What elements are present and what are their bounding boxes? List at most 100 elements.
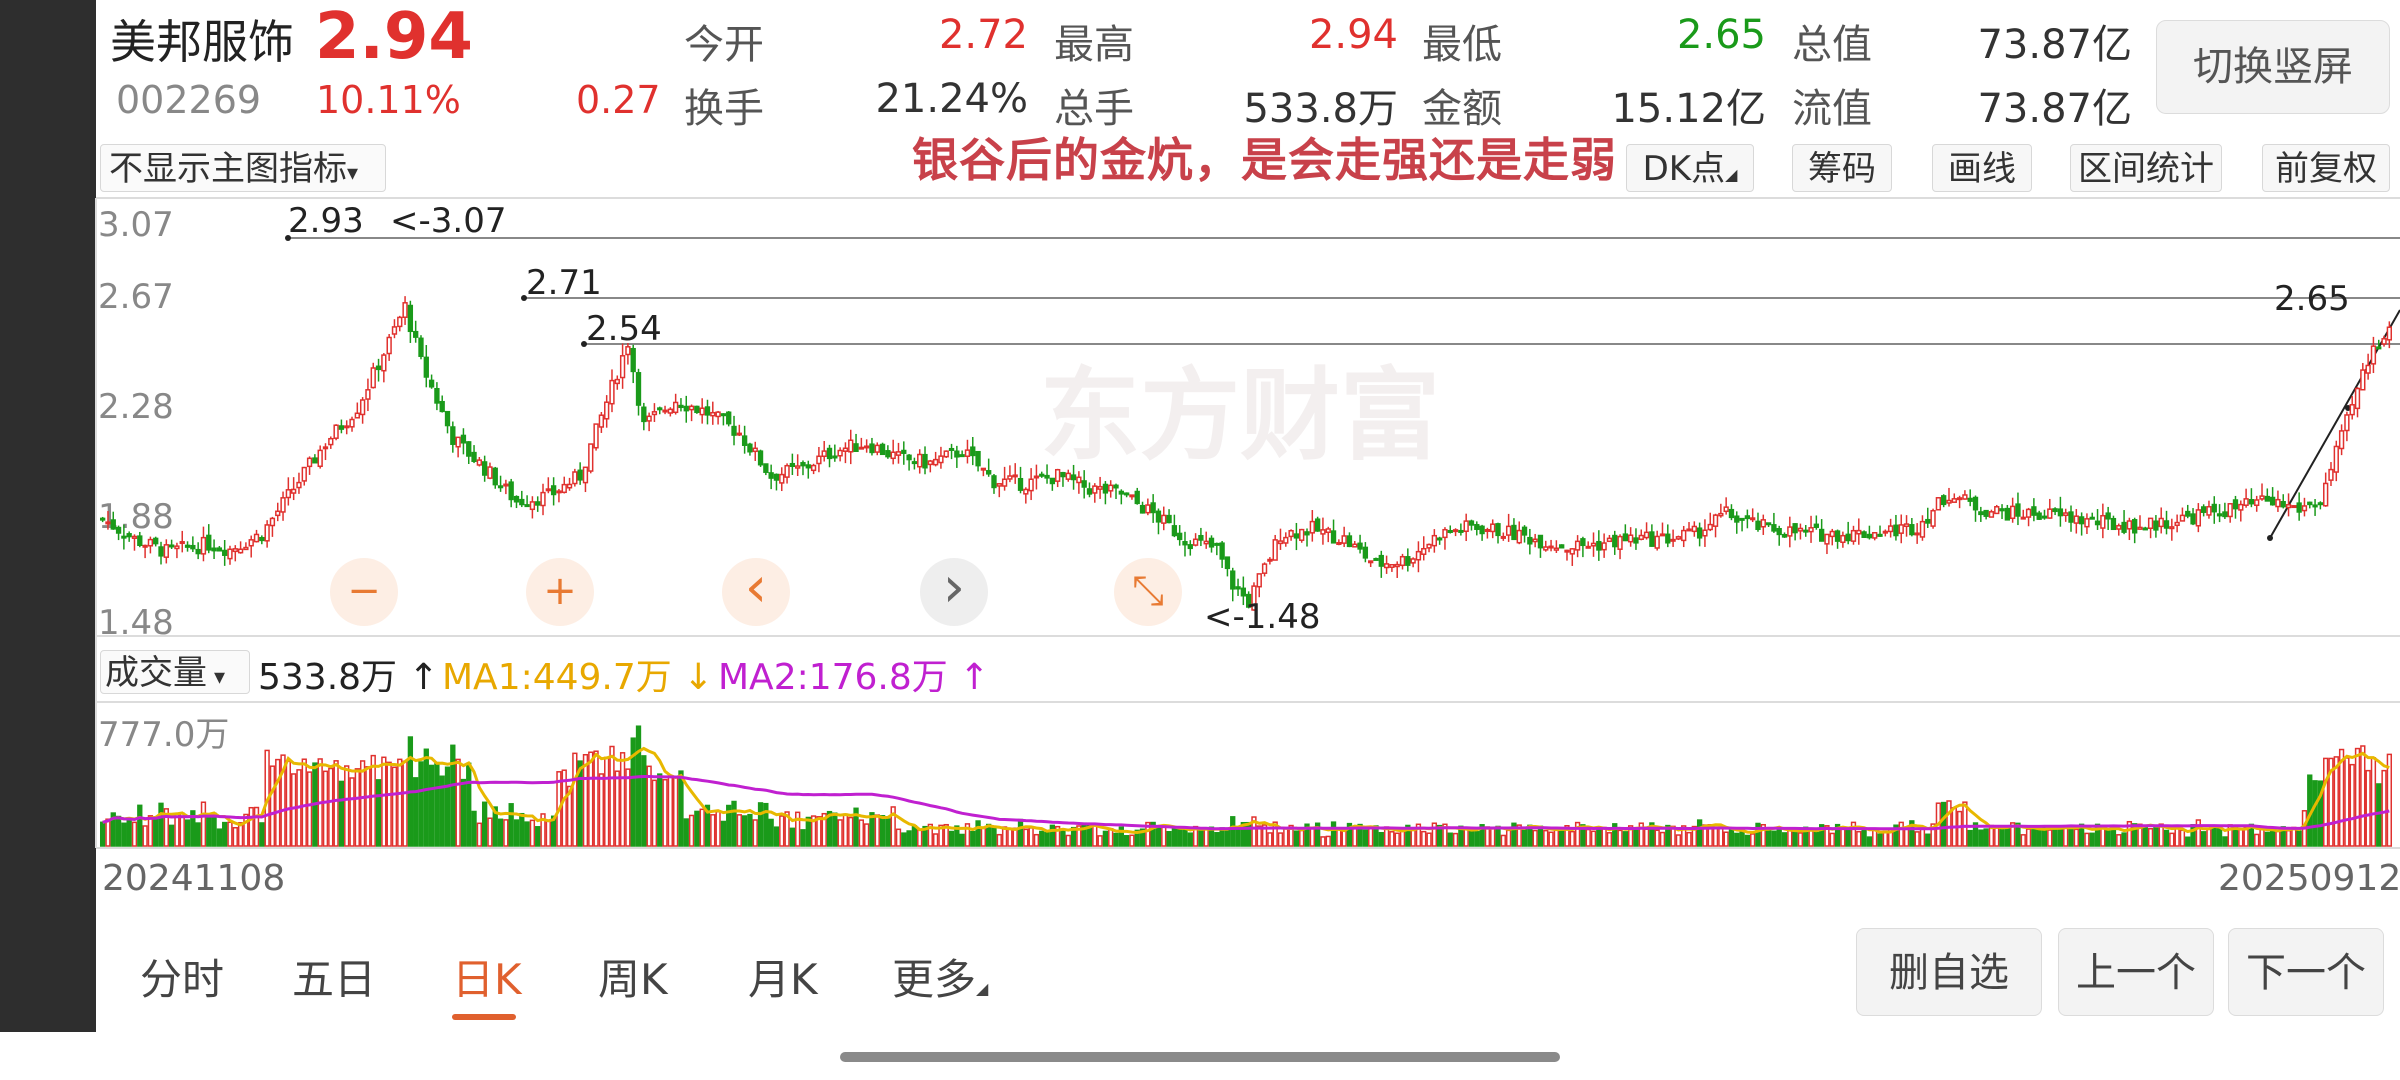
candle-body <box>1792 523 1798 534</box>
volume-bar <box>1787 828 1793 847</box>
candle-body <box>1988 511 1995 518</box>
volume-bar <box>816 816 822 847</box>
zoom-in-icon[interactable]: + <box>526 558 594 626</box>
candle-body <box>195 548 201 555</box>
candle-body <box>1203 540 1209 545</box>
pan-right-icon[interactable]: › <box>920 558 988 626</box>
volume-indicator-select[interactable]: 成交量 ▾ <box>100 650 250 694</box>
candle-body <box>1755 520 1761 531</box>
volume-bar <box>1362 829 1369 847</box>
candle-body <box>2254 499 2260 507</box>
volume-bar <box>386 761 392 847</box>
volume-bar <box>1039 830 1045 847</box>
volume-bar <box>625 768 631 847</box>
volume-bar <box>731 800 737 847</box>
candle-body <box>2269 496 2276 506</box>
volume-bar <box>858 819 865 847</box>
remove-watchlist-button[interactable]: 删自选 <box>1856 928 2042 1016</box>
volume-bar <box>1187 832 1193 847</box>
volume-bar <box>1129 834 1135 847</box>
candle-body <box>1490 523 1496 533</box>
volume-bar <box>906 830 912 847</box>
volume-bar <box>2084 832 2090 847</box>
tab-intraday[interactable]: 分时 <box>140 946 224 1007</box>
candle-body <box>2036 512 2042 520</box>
volume-bar <box>2185 836 2191 847</box>
candle-body <box>1893 524 1899 537</box>
candle-body <box>1320 529 1326 535</box>
volume-bar <box>1994 827 2000 847</box>
collapse-icon[interactable]: ⤡ <box>1114 558 1182 626</box>
candle-body <box>1941 495 1947 506</box>
previous-stock-button[interactable]: 上一个 <box>2058 928 2214 1016</box>
tab-monthly-k[interactable]: 月K <box>748 946 818 1007</box>
candle-body <box>710 411 716 417</box>
volume-bar <box>1792 830 1798 847</box>
home-indicator[interactable] <box>840 1052 1560 1062</box>
volume-bar <box>593 750 599 847</box>
volume-bar <box>206 814 212 847</box>
candle-body <box>1930 509 1936 527</box>
volume-bar <box>1108 827 1114 847</box>
volume-bar <box>184 819 191 847</box>
volume-bar <box>582 753 589 847</box>
volume-bar <box>1601 826 1607 847</box>
candle-body <box>773 473 780 481</box>
candle-body <box>609 379 615 405</box>
candle-body <box>1431 534 1438 547</box>
price-axis-label: 3.07 <box>98 205 174 245</box>
volume-bar <box>168 824 175 847</box>
volume-bar <box>1813 831 1820 847</box>
pan-left-icon[interactable]: ‹ <box>722 558 790 626</box>
candle-body <box>1829 530 1835 538</box>
volume-bar <box>1060 829 1066 847</box>
candle-body <box>216 547 223 552</box>
volume-bar <box>980 827 987 847</box>
candle-body <box>848 439 854 453</box>
next-stock-button[interactable]: 下一个 <box>2228 928 2384 1016</box>
candle-body <box>1368 560 1374 564</box>
candle-body <box>2259 495 2265 500</box>
candle-body <box>566 483 573 489</box>
candle-body <box>805 464 811 469</box>
volume-bar <box>1399 829 1406 847</box>
volume-bar <box>667 775 674 847</box>
kline-chart[interactable]: 东方财富 3.07 2.67 2.28 1.88 1.48 2.93 <-3.0… <box>0 0 2400 1080</box>
candle-body <box>524 504 530 508</box>
candle-body <box>1177 532 1183 541</box>
volume-bar <box>2105 829 2111 847</box>
volume-bar <box>2089 832 2095 847</box>
candle-body <box>1054 468 1061 482</box>
candle-body <box>657 407 663 411</box>
candle-body <box>1171 525 1178 537</box>
candle-body <box>296 481 302 489</box>
candle-body <box>572 471 578 485</box>
tab-daily-k[interactable]: 日K <box>452 946 522 1007</box>
candle-body <box>1935 497 1942 511</box>
candle-body <box>386 336 392 355</box>
candle-body <box>948 447 955 451</box>
tab-five-day[interactable]: 五日 <box>292 946 376 1007</box>
volume-bar <box>301 758 307 847</box>
tab-weekly-k[interactable]: 周K <box>598 946 668 1007</box>
volume-bar <box>1696 819 1703 847</box>
candle-body <box>837 449 843 457</box>
candle-body <box>1622 533 1629 542</box>
zoom-out-icon[interactable]: − <box>330 558 398 626</box>
volume-bar <box>1155 825 1162 847</box>
candle-body <box>1261 563 1268 574</box>
tab-more[interactable]: 更多◢ <box>892 946 988 1007</box>
volume-bar <box>2285 829 2292 847</box>
candle-body <box>2190 513 2196 525</box>
candle-body <box>1293 533 1300 539</box>
volume-bar <box>115 815 122 847</box>
volume-bar <box>752 819 758 847</box>
volume-bar <box>2312 780 2318 847</box>
volume-bar <box>1474 831 1480 847</box>
volume-bar <box>306 771 313 847</box>
candle-body <box>1378 554 1384 567</box>
candle-body <box>2020 516 2026 520</box>
volume-bar <box>1744 834 1751 847</box>
volume-bar <box>359 760 366 847</box>
candle-body <box>1537 534 1544 549</box>
